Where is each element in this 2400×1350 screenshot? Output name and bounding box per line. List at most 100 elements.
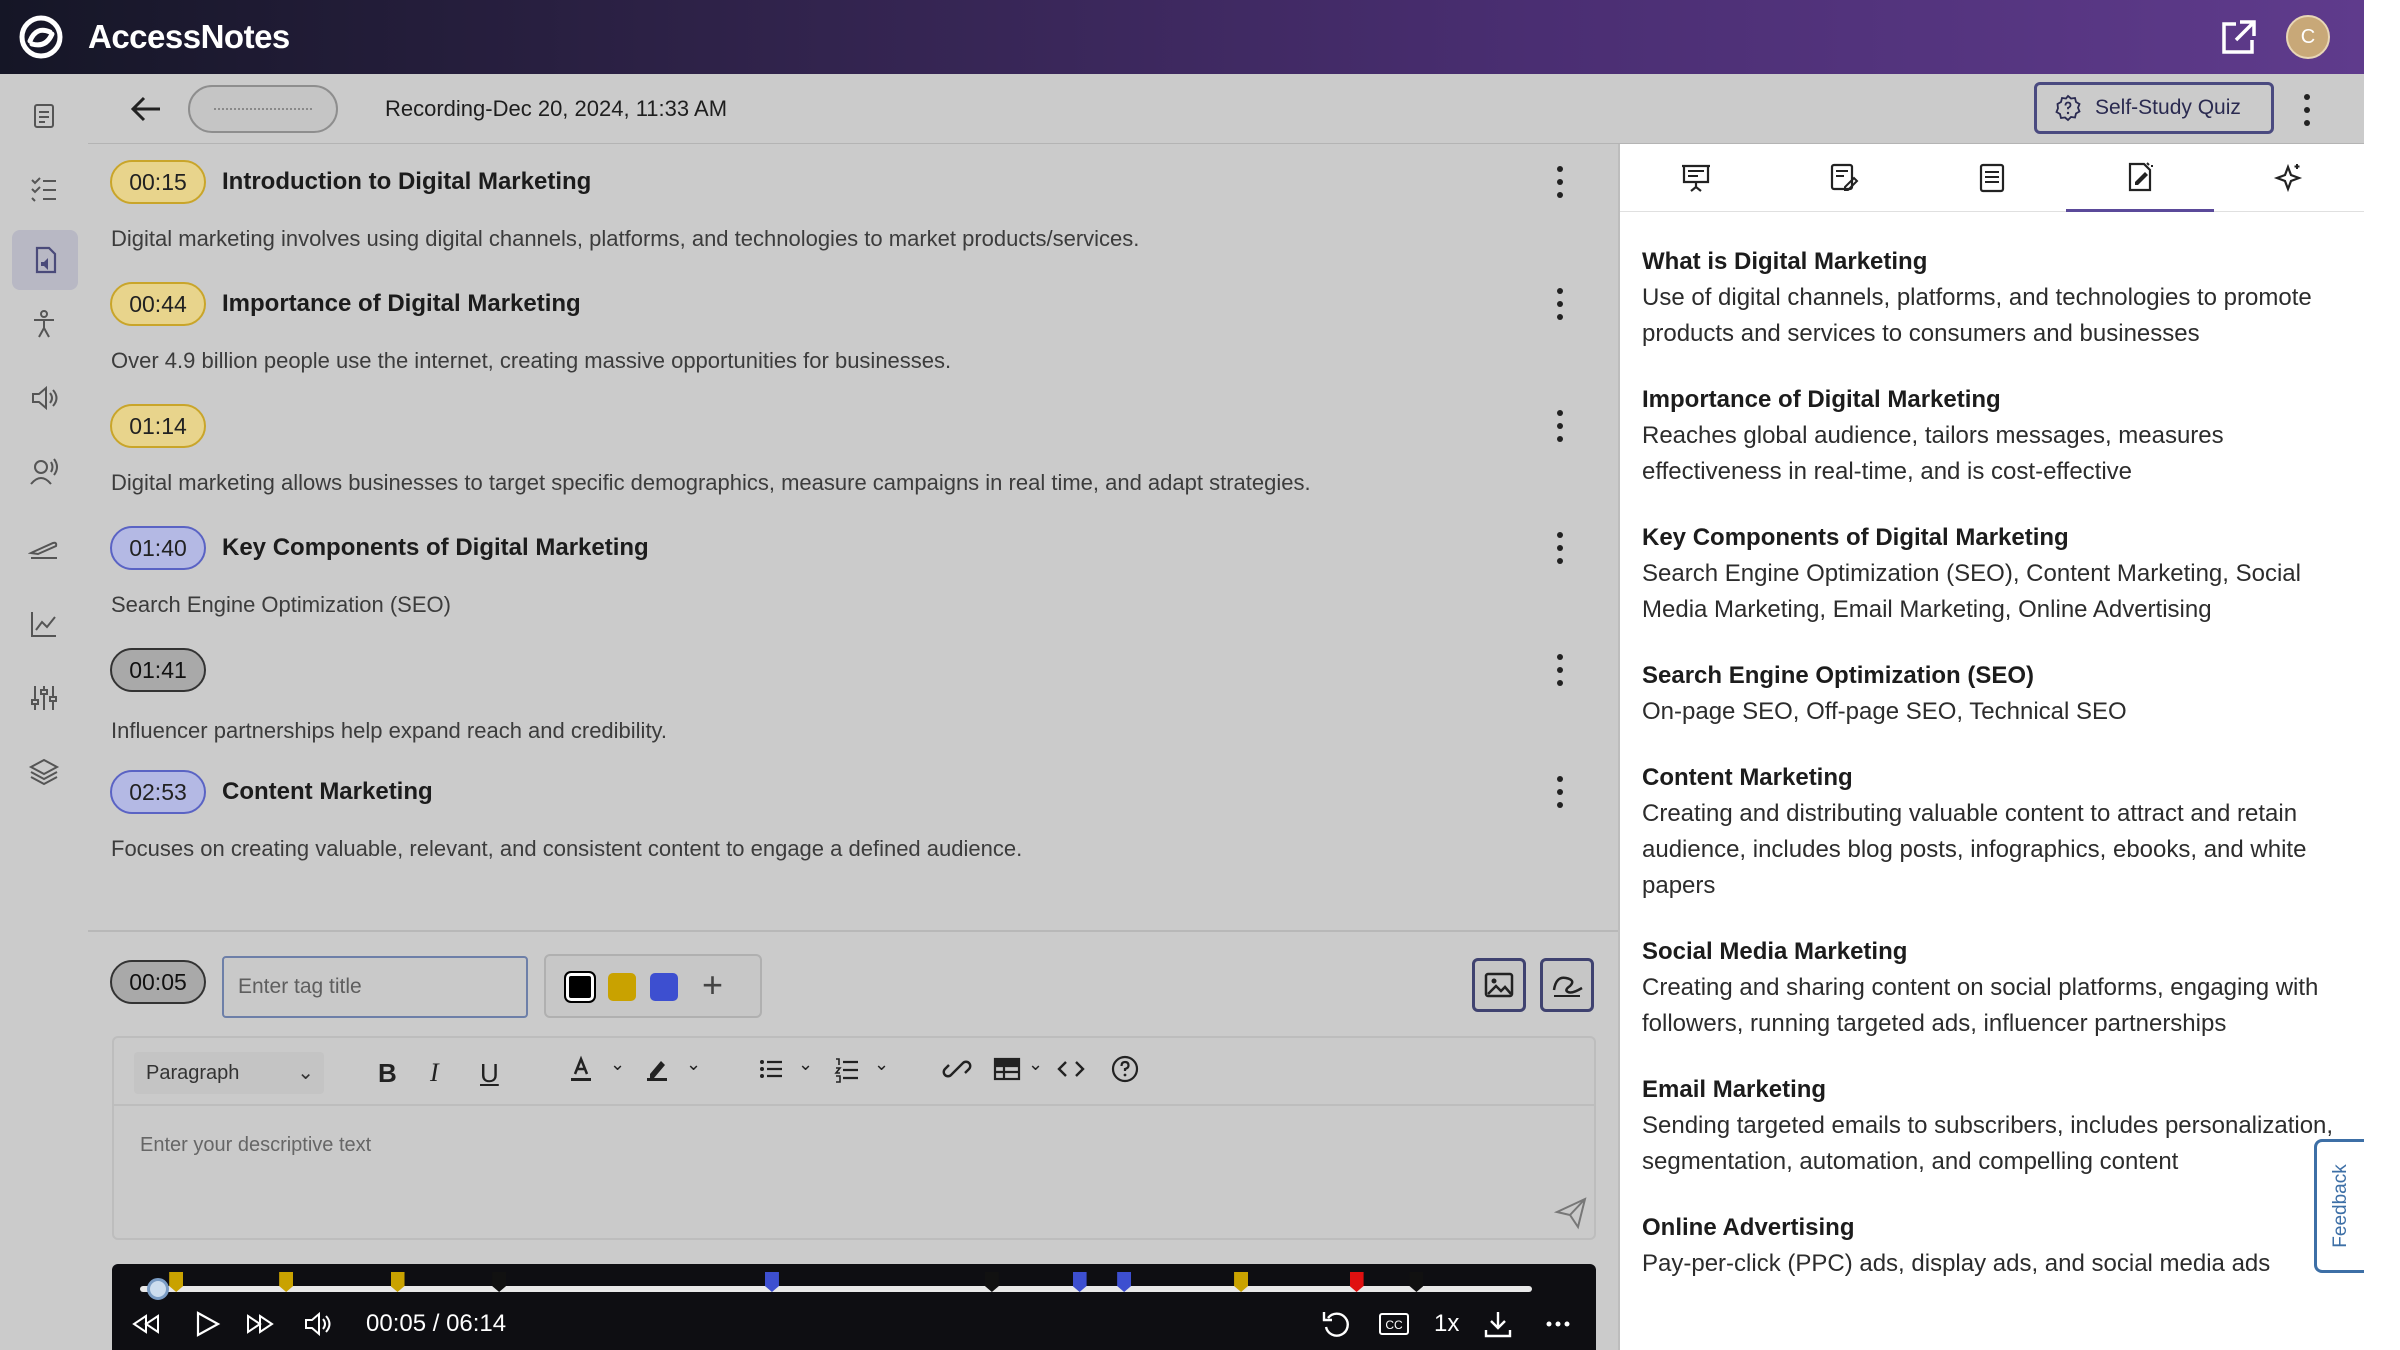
note-heading: What is Digital Marketing: [1642, 248, 1928, 275]
play-icon[interactable]: [190, 1308, 222, 1345]
voice-user-icon[interactable]: [22, 450, 66, 494]
speaker-icon[interactable]: [22, 376, 66, 420]
presentation-icon: [1682, 164, 1710, 192]
entry-more-icon[interactable]: [1555, 532, 1565, 564]
more-horizontal-icon[interactable]: [1542, 1308, 1574, 1345]
app-window: AccessNotes C Recording-Dec 20, 2024, 11…: [0, 0, 2364, 1350]
signature-button[interactable]: [1540, 958, 1594, 1012]
note-item: Social Media Marketing Creating and shar…: [1642, 934, 2342, 1042]
volume-icon[interactable]: [302, 1308, 334, 1345]
numbered-list-icon[interactable]: [832, 1054, 862, 1091]
back-arrow-icon[interactable]: [128, 92, 164, 126]
send-icon[interactable]: [1554, 1196, 1588, 1230]
tab-document[interactable]: [1918, 144, 2066, 212]
chart-icon[interactable]: [22, 602, 66, 646]
paragraph-select[interactable]: Paragraph ⌄: [134, 1052, 324, 1094]
bullet-list-icon[interactable]: [756, 1054, 786, 1091]
chevron-down-icon[interactable]: ⌄: [610, 1054, 625, 1075]
entry-text: Digital marketing involves using digital…: [111, 226, 1140, 251]
code-icon[interactable]: [1056, 1054, 1086, 1091]
timestamp-badge[interactable]: 00:44: [110, 282, 206, 326]
paragraph-label: Paragraph: [146, 1062, 240, 1084]
transcript-list: 00:15 Introduction to Digital Marketing …: [88, 144, 1618, 930]
editor-toolbar: Paragraph ⌄ B I U ⌄ ⌄ ⌄ ⌄ ⌄: [114, 1038, 1594, 1106]
notes-panel-tabs: [1620, 144, 2364, 212]
editor-placeholder[interactable]: Enter your descriptive text: [140, 1134, 371, 1157]
tab-presentation[interactable]: [1622, 144, 1770, 212]
app-name: AccessNotes: [88, 18, 290, 55]
color-picker: +: [544, 954, 762, 1018]
svg-text:CC: CC: [1385, 1318, 1403, 1332]
download-icon[interactable]: [1482, 1308, 1514, 1345]
help-icon[interactable]: [1110, 1054, 1140, 1091]
bold-icon[interactable]: B: [378, 1058, 397, 1089]
entry-title: Introduction to Digital Marketing: [222, 168, 592, 195]
feedback-label: Feedback: [2329, 1164, 2351, 1248]
checklist-icon[interactable]: [22, 166, 66, 210]
plane-icon[interactable]: [22, 526, 66, 570]
chevron-down-icon[interactable]: ⌄: [1028, 1054, 1043, 1075]
layers-icon[interactable]: [22, 750, 66, 794]
insert-image-button[interactable]: [1472, 958, 1526, 1012]
entry-more-icon[interactable]: [1555, 410, 1565, 442]
timeline-thumb[interactable]: [147, 1278, 170, 1300]
chevron-down-icon[interactable]: ⌄: [686, 1054, 701, 1075]
timeline-track[interactable]: [140, 1286, 1532, 1292]
tab-summary[interactable]: [2066, 144, 2214, 212]
quiz-label: Self-Study Quiz: [2095, 96, 2241, 119]
note-heading: Content Marketing: [1642, 764, 1853, 791]
timestamp-badge[interactable]: 01:41: [110, 648, 206, 692]
timestamp-badge[interactable]: 00:15: [110, 160, 206, 204]
self-study-quiz-button[interactable]: Self-Study Quiz: [2034, 82, 2274, 134]
chevron-down-icon: ⌄: [297, 1062, 314, 1084]
replay-icon[interactable]: [1320, 1308, 1352, 1345]
table-icon[interactable]: [992, 1054, 1022, 1091]
highlight-icon[interactable]: [642, 1054, 672, 1091]
transcript-entry-head: 01:14: [110, 404, 206, 448]
entry-more-icon[interactable]: [1555, 776, 1565, 808]
entry-more-icon[interactable]: [1555, 654, 1565, 686]
entry-more-icon[interactable]: [1555, 288, 1565, 320]
underline-icon[interactable]: U: [480, 1058, 499, 1089]
chevron-down-icon[interactable]: ⌄: [798, 1054, 813, 1075]
audio-file-icon[interactable]: [12, 230, 78, 290]
text-color-icon[interactable]: [566, 1054, 596, 1091]
logo-icon: [19, 15, 63, 59]
note-body: Pay-per-click (PPC) ads, display ads, an…: [1642, 1250, 2271, 1277]
chevron-down-icon[interactable]: ⌄: [874, 1054, 889, 1075]
closed-captions-icon[interactable]: CC: [1378, 1308, 1410, 1345]
entry-text: Influencer partnerships help expand reac…: [111, 718, 668, 743]
tab-edit-document[interactable]: [1770, 144, 1918, 212]
signature-icon: [1552, 976, 1583, 997]
sliders-icon[interactable]: [22, 676, 66, 720]
notes-icon[interactable]: [22, 94, 66, 138]
link-icon[interactable]: [942, 1054, 972, 1091]
tab-ai[interactable]: [2214, 144, 2362, 212]
swatch-black[interactable]: [564, 971, 596, 1003]
rewind-icon[interactable]: [130, 1308, 162, 1345]
swatch-blue[interactable]: [650, 973, 678, 1001]
note-body: Search Engine Optimization (SEO), Conten…: [1642, 560, 2301, 623]
feedback-tab[interactable]: Feedback: [2314, 1139, 2364, 1273]
playback-speed-button[interactable]: 1x: [1434, 1310, 1459, 1338]
transcript-entry-head: 02:53 Content Marketing: [110, 770, 433, 814]
swatch-yellow[interactable]: [608, 973, 636, 1001]
header-more-icon[interactable]: [2302, 94, 2312, 126]
timestamp-badge[interactable]: 01:40: [110, 526, 206, 570]
note-body: Creating and distributing valuable conte…: [1642, 800, 2307, 899]
tag-title-input[interactable]: Enter tag title: [222, 956, 528, 1018]
accessibility-icon[interactable]: [22, 302, 66, 346]
timestamp-badge[interactable]: 01:14: [110, 404, 206, 448]
external-link-icon[interactable]: [2218, 18, 2258, 58]
fast-forward-icon[interactable]: [244, 1308, 276, 1345]
top-bar: AccessNotes C: [0, 0, 2364, 74]
entry-text: Focuses on creating valuable, relevant, …: [111, 836, 1023, 861]
italic-icon[interactable]: I: [430, 1058, 439, 1088]
entry-text: Digital marketing allows businesses to t…: [111, 470, 1311, 495]
note-body: On-page SEO, Off-page SEO, Technical SEO: [1642, 698, 2127, 725]
entry-more-icon[interactable]: [1555, 166, 1565, 198]
add-color-icon[interactable]: +: [702, 964, 723, 1006]
timestamp-badge[interactable]: 02:53: [110, 770, 206, 814]
avatar[interactable]: C: [2286, 15, 2330, 59]
note-item: Key Components of Digital Marketing Sear…: [1642, 520, 2342, 628]
